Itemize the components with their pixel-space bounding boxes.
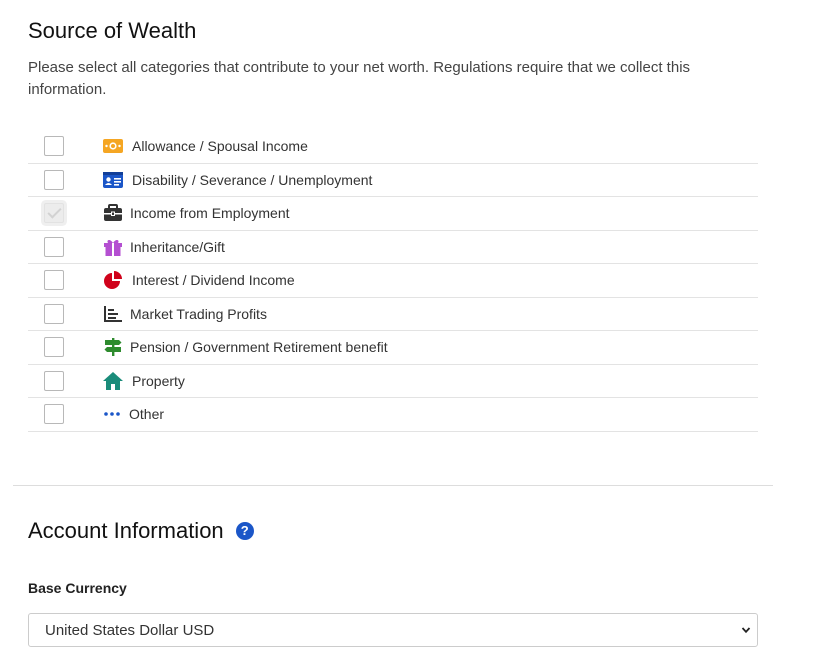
ellipsis-icon (102, 404, 124, 424)
briefcase-icon (102, 203, 124, 223)
wealth-option-label: Inheritance/Gift (130, 238, 225, 255)
checkbox-inheritance[interactable] (44, 236, 64, 257)
wealth-option-inheritance[interactable]: Inheritance/Gift (28, 231, 758, 264)
checkbox-interest[interactable] (44, 270, 64, 290)
id-card-icon (102, 170, 124, 190)
wealth-option-employment[interactable]: Income from Employment (28, 197, 758, 231)
wealth-option-other[interactable]: Other (28, 398, 758, 432)
source-of-wealth-description: Please select all categories that contri… (28, 59, 691, 98)
base-currency-select[interactable]: United States Dollar USD (28, 613, 758, 647)
wealth-option-label: Interest / Dividend Income (132, 272, 295, 288)
wealth-option-property[interactable]: Property (28, 365, 758, 398)
chevron-down-icon (741, 627, 751, 634)
signpost-icon (102, 337, 124, 357)
account-information-title: Account Information? (28, 520, 254, 542)
checkbox-disability[interactable] (44, 169, 64, 190)
section-divider (13, 485, 773, 486)
wealth-option-trading[interactable]: Market Trading Profits (28, 298, 758, 331)
wealth-option-allowance[interactable]: Allowance / Spousal Income (28, 130, 758, 164)
checkbox-employment[interactable] (44, 203, 64, 223)
source-of-wealth-list: Allowance / Spousal Income Disability / … (28, 130, 758, 432)
checkbox-trading[interactable] (44, 303, 64, 324)
wealth-option-label: Disability / Severance / Unemployment (132, 171, 373, 188)
gift-icon (102, 237, 124, 257)
base-currency-label: Base Currency (28, 580, 127, 596)
wealth-option-label: Property (132, 372, 185, 389)
wealth-option-interest[interactable]: Interest / Dividend Income (28, 264, 758, 298)
help-icon[interactable]: ? (235, 522, 254, 540)
wealth-option-disability[interactable]: Disability / Severance / Unemployment (28, 164, 758, 197)
base-currency-value: United States Dollar USD (45, 622, 215, 639)
wealth-option-pension[interactable]: Pension / Government Retirement benefit (28, 331, 758, 365)
home-icon (102, 371, 124, 391)
account-information-title-text: Account Information (28, 518, 224, 543)
checkbox-other[interactable] (44, 404, 64, 424)
wealth-option-label: Market Trading Profits (130, 305, 267, 322)
checkbox-allowance[interactable] (44, 136, 64, 156)
pie-chart-icon (102, 270, 124, 290)
bar-chart-icon (102, 304, 124, 324)
checkbox-pension[interactable] (44, 337, 64, 357)
wealth-option-label: Allowance / Spousal Income (132, 138, 308, 154)
money-bill-icon (102, 136, 124, 156)
wealth-option-label: Income from Employment (130, 205, 290, 221)
source-of-wealth-title: Source of Wealth (28, 18, 197, 43)
wealth-option-label: Other (129, 406, 165, 422)
wealth-option-label: Pension / Government Retirement benefit (130, 339, 388, 355)
checkbox-property[interactable] (44, 370, 64, 391)
